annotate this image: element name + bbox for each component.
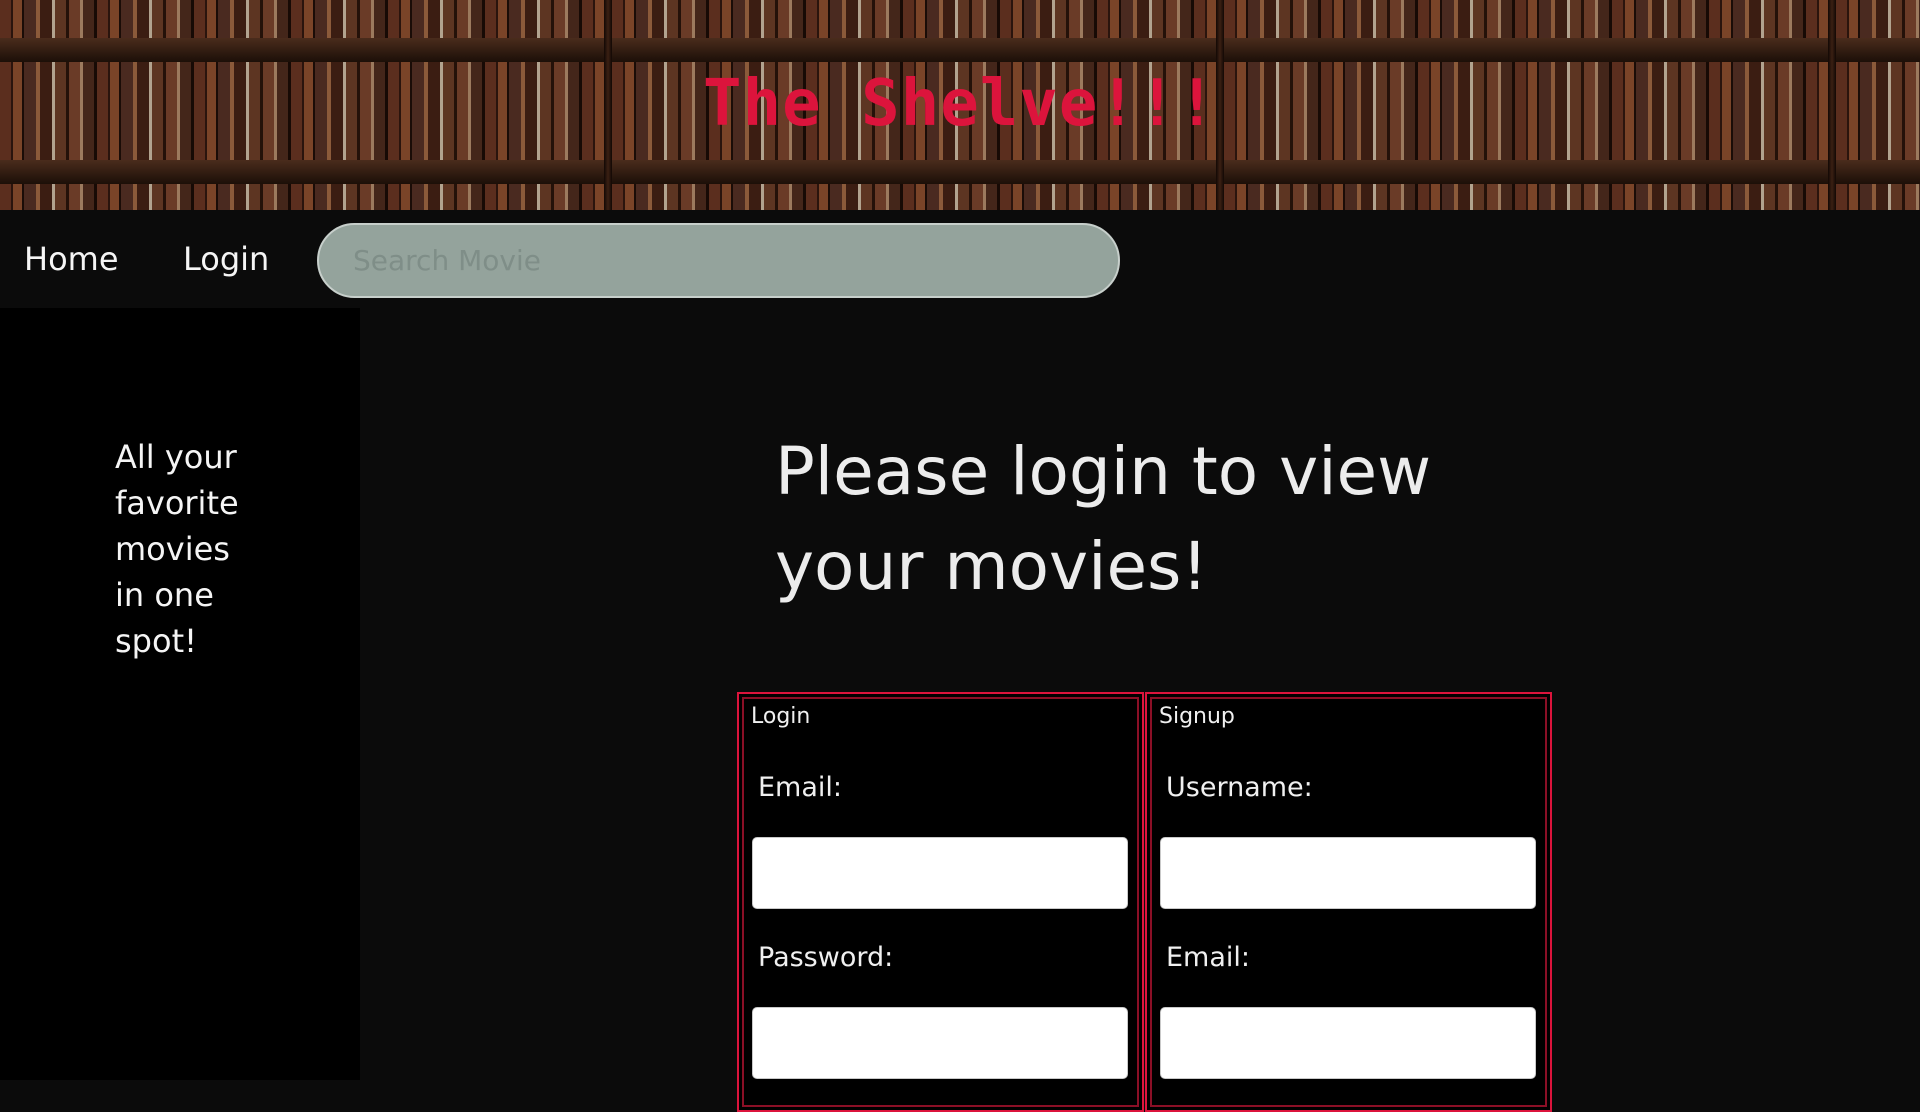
page-heading: Please login to view your movies! xyxy=(775,433,1432,605)
login-form-legend: Login xyxy=(751,704,811,729)
login-email-input[interactable] xyxy=(752,837,1128,909)
sidebar: All your favorite movies in one spot! xyxy=(0,308,360,1080)
signup-form: Signup Username: Email: xyxy=(1145,692,1552,1112)
nav-home-link[interactable]: Home xyxy=(24,210,119,308)
signup-form-legend: Signup xyxy=(1159,704,1235,729)
site-title: The Shelve!!! xyxy=(703,67,1217,141)
main-content: Please login to view your movies! Login … xyxy=(360,308,1920,1112)
login-form: Login Email: Password: xyxy=(737,692,1144,1112)
login-password-input[interactable] xyxy=(752,1007,1128,1079)
signup-email-label: Email: xyxy=(1166,942,1251,973)
search-movie-input[interactable] xyxy=(317,223,1120,298)
signup-username-label: Username: xyxy=(1166,772,1313,803)
signup-email-input[interactable] xyxy=(1160,1007,1536,1079)
site-header: The Shelve!!! xyxy=(0,0,1920,210)
main-nav: Home Login xyxy=(0,210,1920,308)
login-email-label: Email: xyxy=(758,772,843,803)
sidebar-tagline: All your favorite movies in one spot! xyxy=(115,438,239,660)
login-password-label: Password: xyxy=(758,942,894,973)
nav-login-link[interactable]: Login xyxy=(183,210,269,308)
signup-username-input[interactable] xyxy=(1160,837,1536,909)
